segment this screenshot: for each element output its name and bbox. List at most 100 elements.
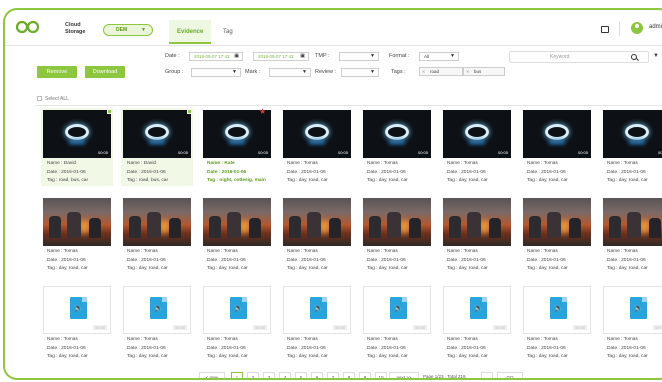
video-thumbnail[interactable] <box>523 198 591 246</box>
video-thumbnail[interactable]: 00:05 <box>283 110 351 158</box>
remove-button[interactable]: Remove <box>37 66 77 78</box>
star-icon[interactable]: ★ <box>259 107 266 116</box>
review-select[interactable]: ▼ <box>341 68 379 77</box>
video-thumbnail[interactable] <box>603 198 662 246</box>
tag-chip-bus[interactable]: ✕ bus <box>463 67 505 76</box>
video-thumbnail[interactable] <box>363 198 431 246</box>
card-name: Name : Tomas <box>447 337 478 342</box>
card-meta: Name : David Date : 2016-01-06 Tag : road,… <box>127 160 168 186</box>
page-button[interactable]: 2 <box>247 372 259 378</box>
video-thumbnail[interactable]: 00:05 <box>123 110 191 158</box>
page-button[interactable]: 6 <box>311 372 323 378</box>
page-button[interactable]: 3 <box>263 372 275 378</box>
select-all-checkbox[interactable]: Select ALL <box>37 96 69 102</box>
video-thumbnail[interactable] <box>443 198 511 246</box>
evidence-card[interactable]: Name : Tomas Date : 2016-01-06 Tag : day, … <box>121 196 193 274</box>
evidence-card[interactable]: 🔈 00:05 Name : Tomas Date : 2016-01-06 Tag :… <box>121 284 193 362</box>
close-icon[interactable]: ✕ <box>466 68 469 75</box>
evidence-card[interactable]: 🔈 00:05 Name : Tomas Date : 2016-01-06 Tag :… <box>41 284 113 362</box>
page-button[interactable]: 8 <box>343 372 355 378</box>
message-icon[interactable] <box>601 26 609 33</box>
close-icon[interactable]: ✕ <box>422 68 425 75</box>
evidence-card[interactable]: Name : Tomas Date : 2016-01-06 Tag : day, … <box>41 196 113 274</box>
format-select[interactable]: All ▼ <box>419 52 459 61</box>
keyword-search-input[interactable]: Keyword <box>509 51 649 63</box>
firefighter-figure <box>89 218 101 238</box>
evidence-card[interactable]: 00:05 Name : David Date : 2016-01-06 Tag : … <box>41 108 113 186</box>
selected-check-icon[interactable] <box>107 109 112 114</box>
date-from-field[interactable]: 2016-05-07 17:43 ▣ <box>189 52 243 61</box>
audio-file-icon: 🔈 <box>550 297 567 319</box>
download-button[interactable]: Download <box>85 66 125 78</box>
evidence-card[interactable]: 00:05 Name : David Date : 2016-01-06 Tag : … <box>121 108 193 186</box>
audio-file-thumbnail[interactable]: 🔈 00:05 <box>363 286 431 334</box>
evidence-card[interactable]: 00:05 Name : Tomas Date : 2016-01-06 Tag : … <box>601 108 662 186</box>
page-button[interactable]: 1 <box>231 372 243 378</box>
mark-select[interactable]: ▼ <box>269 68 311 77</box>
evidence-card[interactable]: Name : Tomas Date : 2016-01-06 Tag : day, … <box>361 196 433 274</box>
video-thumbnail[interactable]: 00:05 <box>443 110 511 158</box>
tags-label: Tags : <box>391 69 406 75</box>
header-divider <box>619 22 620 36</box>
evidence-card[interactable]: 00:05 Name : Tomas Date : 2016-01-06 Tag : … <box>361 108 433 186</box>
evidence-card[interactable]: Name : Tomas Date : 2016-01-06 Tag : day, … <box>281 196 353 274</box>
evidence-card[interactable]: 00:05 Name : Tomas Date : 2016-01-06 Tag : … <box>441 108 513 186</box>
evidence-card[interactable]: Name : Tomas Date : 2016-01-06 Tag : day, … <box>601 196 662 274</box>
video-thumbnail[interactable]: 00:05 <box>603 110 662 158</box>
date-to-field[interactable]: 2016-05-07 17:43 ▣ <box>253 52 309 61</box>
group-label: Group : <box>165 69 184 75</box>
video-thumbnail[interactable] <box>203 198 271 246</box>
evidence-card[interactable]: Name : Tomas Date : 2016-01-06 Tag : day, … <box>201 196 273 274</box>
evidence-card[interactable]: Name : Tomas Date : 2016-01-06 Tag : day, … <box>441 196 513 274</box>
page-jump-input[interactable] <box>481 372 493 378</box>
evidence-card[interactable]: 🔈 00:05 Name : Tomas Date : 2016-01-06 Tag :… <box>521 284 593 362</box>
chevron-down-icon[interactable]: ▼ <box>653 53 659 59</box>
audio-file-thumbnail[interactable]: 🔈 00:05 <box>203 286 271 334</box>
tag-chip-road[interactable]: ✕ road <box>419 67 463 76</box>
evidence-card[interactable]: 00:05 Name : Tomas Date : 2016-01-06 Tag : … <box>521 108 593 186</box>
prev-page-button[interactable]: < prev <box>199 372 225 378</box>
tab-tag[interactable]: Tag <box>215 20 241 44</box>
go-button[interactable]: GO <box>497 372 523 378</box>
user-name[interactable]: admin <box>649 24 662 30</box>
group-select[interactable]: ▼ <box>191 68 241 77</box>
audio-file-thumbnail[interactable]: 🔈 00:05 <box>523 286 591 334</box>
evidence-card[interactable]: Name : Tomas Date : 2016-01-06 Tag : day, … <box>521 196 593 274</box>
audio-file-thumbnail[interactable]: 🔈 00:05 <box>443 286 511 334</box>
page-button[interactable]: 4 <box>279 372 291 378</box>
card-tag: Tag : day, road, car <box>607 266 648 271</box>
audio-file-thumbnail[interactable]: 🔈 00:05 <box>603 286 662 334</box>
audio-file-thumbnail[interactable]: 🔈 00:05 <box>43 286 111 334</box>
card-meta: Name : Tomas Date : 2016-01-06 Tag : day, … <box>127 248 168 274</box>
page-button[interactable]: 10 <box>375 372 387 378</box>
video-thumbnail[interactable] <box>43 198 111 246</box>
evidence-card[interactable]: 🔈 00:05 Name : Tomas Date : 2016-01-06 Tag :… <box>601 284 662 362</box>
audio-file-thumbnail[interactable]: 🔈 00:05 <box>123 286 191 334</box>
page-button[interactable]: 5 <box>295 372 307 378</box>
page-button[interactable]: 9 <box>359 372 371 378</box>
user-avatar-icon[interactable] <box>631 22 643 34</box>
video-thumbnail[interactable] <box>123 198 191 246</box>
evidence-card[interactable]: 🔈 00:05 Name : Tomas Date : 2016-01-06 Tag :… <box>441 284 513 362</box>
video-thumbnail[interactable]: 00:05 <box>203 110 271 158</box>
tmp-select[interactable]: ▼ <box>339 52 379 61</box>
evidence-card[interactable]: 🔈 00:05 Name : Tomas Date : 2016-01-06 Tag :… <box>201 284 273 362</box>
evidence-card[interactable]: 00:05 Name : Tomas Date : 2016-01-06 Tag : … <box>281 108 353 186</box>
search-icon[interactable] <box>631 54 637 60</box>
audio-file-thumbnail[interactable]: 🔈 00:05 <box>283 286 351 334</box>
card-name: Name : Tomas <box>207 337 238 342</box>
evidence-card[interactable]: 🔈 00:05 Name : Tomas Date : 2016-01-06 Tag :… <box>281 284 353 362</box>
video-thumbnail[interactable]: 00:05 <box>363 110 431 158</box>
card-meta: Name : Tomas Date : 2016-01-06 Tag : day, … <box>527 160 568 186</box>
evidence-card[interactable]: 🔈 00:05 Name : Tomas Date : 2016-01-06 Tag :… <box>361 284 433 362</box>
page-button[interactable]: 7 <box>327 372 339 378</box>
evidence-card[interactable]: 00:05 ★ Name : Kate Date : 2016-01-06 Tag : … <box>201 107 273 186</box>
tab-evidence[interactable]: Evidence <box>169 20 211 44</box>
video-thumbnail[interactable]: 00:05 <box>43 110 111 158</box>
video-thumbnail[interactable]: 00:05 <box>523 110 591 158</box>
selected-check-icon[interactable] <box>187 109 192 114</box>
domain-select[interactable]: DEM ▼ <box>103 24 153 36</box>
card-name: Name : Tomas <box>207 249 238 254</box>
video-thumbnail[interactable] <box>283 198 351 246</box>
next-page-button[interactable]: next >> <box>389 372 419 378</box>
